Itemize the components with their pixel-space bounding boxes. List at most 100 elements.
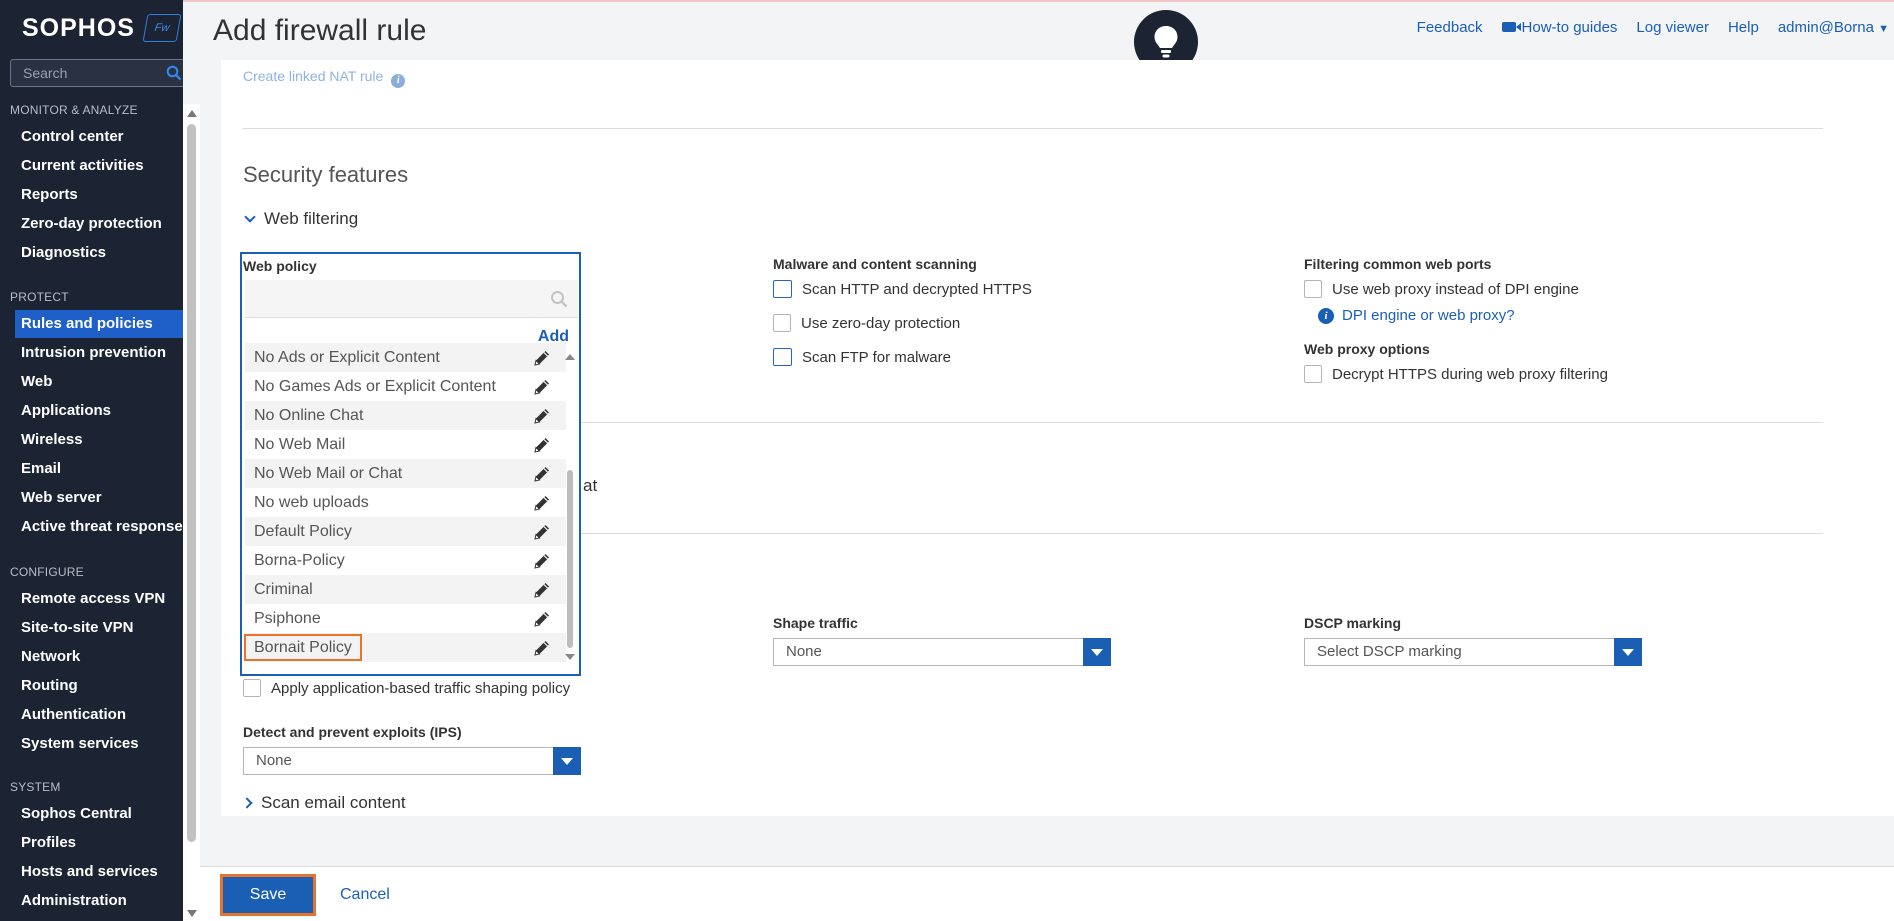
web-policy-search-input[interactable] [245,280,578,318]
sidebar-section-title: CONFIGURE [10,565,84,579]
web-policy-option[interactable]: No Web Mail or Chat [245,459,566,488]
scroll-up-arrow-icon[interactable] [187,110,197,117]
dropdown-arrow-icon[interactable] [553,747,581,775]
sidebar-item-profiles[interactable]: Profiles [0,829,183,857]
web-ports-label: Filtering common web ports [1304,256,1492,272]
info-icon: i [1318,307,1334,324]
sophos-logo[interactable]: SOPHOS Fw [22,12,182,44]
dpi-help-label: DPI engine or web proxy? [1342,307,1515,324]
sidebar-item-wireless[interactable]: Wireless [0,426,183,454]
checkbox-box [773,348,792,366]
web-policy-option[interactable]: No Online Chat [245,401,566,430]
sidebar-item-rules-and-policies[interactable]: Rules and policies [15,310,183,338]
caret-down-icon: ▼ [1878,23,1889,35]
sidebar-item-hosts-and-services[interactable]: Hosts and services [0,858,183,886]
web-policy-option[interactable]: Default Policy [245,517,566,546]
malware-label: Malware and content scanning [773,256,977,272]
sidebar-item-current-activities[interactable]: Current activities [0,152,183,180]
dpi-help-link[interactable]: i DPI engine or web proxy? [1318,307,1515,324]
dscp-select[interactable]: Select DSCP marking [1304,638,1642,666]
dropdown-arrow-icon[interactable] [1083,638,1111,666]
zero-day-checkbox[interactable]: Use zero-day protection [773,314,960,332]
how-to-guides-link[interactable]: How-to guides [1501,19,1618,36]
shape-traffic-value: None [786,643,822,660]
web-policy-options: No Ads or Explicit Content No Games Ads o… [244,343,566,662]
web-policy-option-label: Bornait Policy [244,634,362,661]
web-filtering-toggle[interactable]: Web filtering [244,209,359,229]
user-menu[interactable]: admin@Borna ▼ [1778,19,1889,36]
sidebar-item-applications[interactable]: Applications [0,397,183,425]
sidebar-item-reports[interactable]: Reports [0,181,183,209]
footer-bar [200,866,1894,921]
scan-email-toggle[interactable]: Scan email content [241,793,406,813]
sidebar-search [10,59,183,87]
web-policy-option[interactable]: No Ads or Explicit Content [245,343,566,372]
sidebar-item-intrusion-prevention[interactable]: Intrusion prevention [0,339,183,367]
scroll-up-arrow-icon[interactable] [565,354,575,360]
search-icon[interactable] [166,65,182,81]
sidebar-item-zero-day-protection[interactable]: Zero-day protection [0,210,183,238]
web-policy-option[interactable]: No web uploads [245,488,566,517]
web-policy-option[interactable]: No Web Mail [245,430,566,459]
dscp-label: DSCP marking [1304,615,1401,631]
dropdown-arrow-icon[interactable] [1614,638,1642,666]
sidebar-item-administration[interactable]: Administration [0,887,183,915]
web-policy-option[interactable]: Psiphone [245,604,566,633]
web-policy-option[interactable]: Bornait Policy [244,633,566,662]
sidebar-scrollbar[interactable] [183,104,200,921]
web-policy-option[interactable]: Criminal [245,575,566,604]
sidebar-item-web-server[interactable]: Web server [0,484,183,512]
web-policy-option[interactable]: No Games Ads or Explicit Content [245,372,566,401]
video-camera-icon [1501,22,1521,32]
lightbulb-icon [1154,26,1178,58]
sidebar-item-authentication[interactable]: Authentication [0,701,183,729]
sidebar-search-input[interactable] [11,60,161,86]
web-policy-option-label: No Online Chat [254,407,364,424]
sidebar-item-remote-access-vpn[interactable]: Remote access VPN [0,585,183,613]
app-shaping-label: Apply application-based traffic shaping … [271,679,571,697]
shape-traffic-select[interactable]: None [773,638,1111,666]
ips-select[interactable]: None [243,747,581,775]
scroll-down-arrow-icon[interactable] [565,654,575,660]
help-link[interactable]: Help [1728,19,1759,36]
logo-text: SOPHOS [22,13,135,42]
scroll-down-arrow-icon[interactable] [187,910,197,917]
web-policy-option[interactable]: Borna-Policy [245,546,566,575]
dropdown-scroll-thumb[interactable] [567,470,573,648]
security-features-title: Security features [243,162,409,187]
ips-value: None [256,752,292,769]
web-proxy-checkbox[interactable]: Use web proxy instead of DPI engine [1304,280,1579,298]
sidebar-item-email[interactable]: Email [0,455,183,483]
decrypt-https-checkbox[interactable]: Decrypt HTTPS during web proxy filtering [1304,365,1608,383]
sidebar-scroll-thumb[interactable] [187,124,196,842]
sidebar-item-web[interactable]: Web [0,368,183,396]
sidebar-item-control-center[interactable]: Control center [0,123,183,151]
dropdown-scrollbar[interactable] [564,352,576,660]
log-viewer-link[interactable]: Log viewer [1636,19,1709,36]
sidebar-item-system-services[interactable]: System services [0,730,183,758]
checkbox-box [773,314,791,332]
save-button[interactable]: Save [220,874,316,916]
sidebar-item-diagnostics[interactable]: Diagnostics [0,239,183,267]
info-icon: i [391,73,406,88]
scan-http-checkbox[interactable]: Scan HTTP and decrypted HTTPS [773,280,1032,298]
create-linked-nat-link[interactable]: Create linked NAT rule i [243,68,413,88]
sidebar-item-routing[interactable]: Routing [0,672,183,700]
app-shaping-checkbox[interactable]: Apply application-based traffic shaping … [243,679,570,697]
sidebar-item-active-threat-response[interactable]: Active threat response [0,513,183,541]
feedback-link[interactable]: Feedback [1417,19,1483,36]
cancel-link[interactable]: Cancel [340,886,390,904]
shape-traffic-label: Shape traffic [773,615,858,631]
scan-ftp-checkbox[interactable]: Scan FTP for malware [773,348,951,366]
web-policy-option-label: No Web Mail [254,436,346,453]
sidebar-item-sophos-central[interactable]: Sophos Central [0,800,183,828]
search-icon [551,291,568,308]
how-to-guides-label: How-to guides [1521,19,1618,36]
sidebar-item-site-to-site-vpn[interactable]: Site-to-site VPN [0,614,183,642]
sidebar-item-network[interactable]: Network [0,643,183,671]
web-filtering-label: Web filtering [264,209,359,228]
chevron-down-icon [244,211,256,223]
edit-pencil-icon[interactable] [532,638,552,668]
sidebar-section-title: MONITOR & ANALYZE [10,103,138,117]
checkbox-box [1304,365,1322,383]
